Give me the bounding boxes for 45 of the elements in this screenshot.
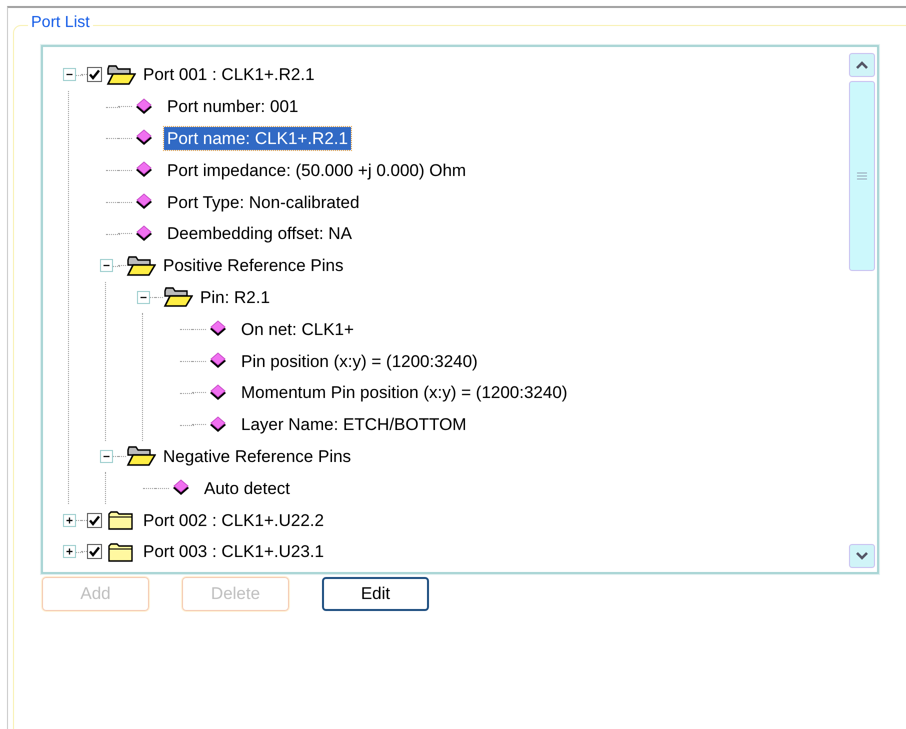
- expand-icon[interactable]: [62, 545, 76, 558]
- tree-item-label[interactable]: Port 002 : CLK1+.U22.2: [140, 508, 327, 532]
- collapse-icon[interactable]: [136, 290, 150, 304]
- open-folder-icon: [106, 64, 136, 86]
- checkbox[interactable]: [87, 544, 102, 560]
- tree-item-label[interactable]: Port name: CLK1+.R2.1: [164, 126, 351, 150]
- diamond-icon: [134, 224, 154, 243]
- tree-item-label[interactable]: On net: CLK1+: [238, 318, 357, 341]
- action-button[interactable]: Edit: [322, 577, 429, 611]
- scroll-down-button[interactable]: [849, 544, 875, 568]
- diamond-icon: [134, 161, 154, 180]
- open-folder-icon: [163, 286, 193, 308]
- collapse-icon[interactable]: [100, 450, 112, 463]
- diamond-icon: [134, 98, 154, 116]
- scroll-up-button[interactable]: [849, 53, 875, 77]
- tree-item-label[interactable]: Port Type: Non-calibrated: [164, 190, 362, 214]
- tree-item-label[interactable]: Pin: R2.1: [197, 286, 273, 309]
- caret-down-icon: [855, 551, 869, 561]
- diamond-icon: [208, 384, 228, 402]
- tree-item-label[interactable]: Positive Reference Pins: [160, 254, 346, 278]
- tree-item-label[interactable]: Momentum Pin position (x:y) = (1200:3240): [238, 381, 570, 404]
- scrollbar-thumb[interactable]: [849, 81, 875, 271]
- open-folder-icon: [126, 445, 156, 468]
- collapse-icon[interactable]: [62, 68, 76, 82]
- open-folder-icon: [126, 254, 156, 277]
- tree-item-label[interactable]: Port 003 : CLK1+.U23.1: [140, 540, 327, 564]
- tree-item-label[interactable]: Pin position (x:y) = (1200:3240): [238, 350, 481, 373]
- expand-icon[interactable]: [62, 514, 76, 527]
- caret-up-icon: [855, 60, 869, 70]
- diamond-icon: [134, 129, 154, 148]
- tree-item-label[interactable]: Layer Name: ETCH/BOTTOM: [238, 413, 470, 436]
- diamond-icon: [208, 320, 228, 338]
- tree-item-label[interactable]: Port number: 001: [164, 95, 302, 118]
- tree-item-label[interactable]: Port 001 : CLK1+.R2.1: [140, 63, 318, 86]
- checkbox[interactable]: [87, 512, 102, 528]
- collapse-icon[interactable]: [100, 259, 112, 272]
- tree-item-label[interactable]: Deembedding offset: NA: [164, 222, 355, 246]
- checkbox[interactable]: [87, 67, 102, 82]
- tree-item-label[interactable]: Port impedance: (50.000 +j 0.000) Ohm: [164, 158, 470, 182]
- diamond-icon: [134, 193, 154, 212]
- diamond-icon: [208, 416, 228, 434]
- tree-item-label[interactable]: Auto detect: [201, 476, 294, 500]
- diamond-icon: [171, 479, 191, 498]
- diamond-icon: [208, 352, 228, 370]
- tree-item-label[interactable]: Negative Reference Pins: [160, 444, 354, 468]
